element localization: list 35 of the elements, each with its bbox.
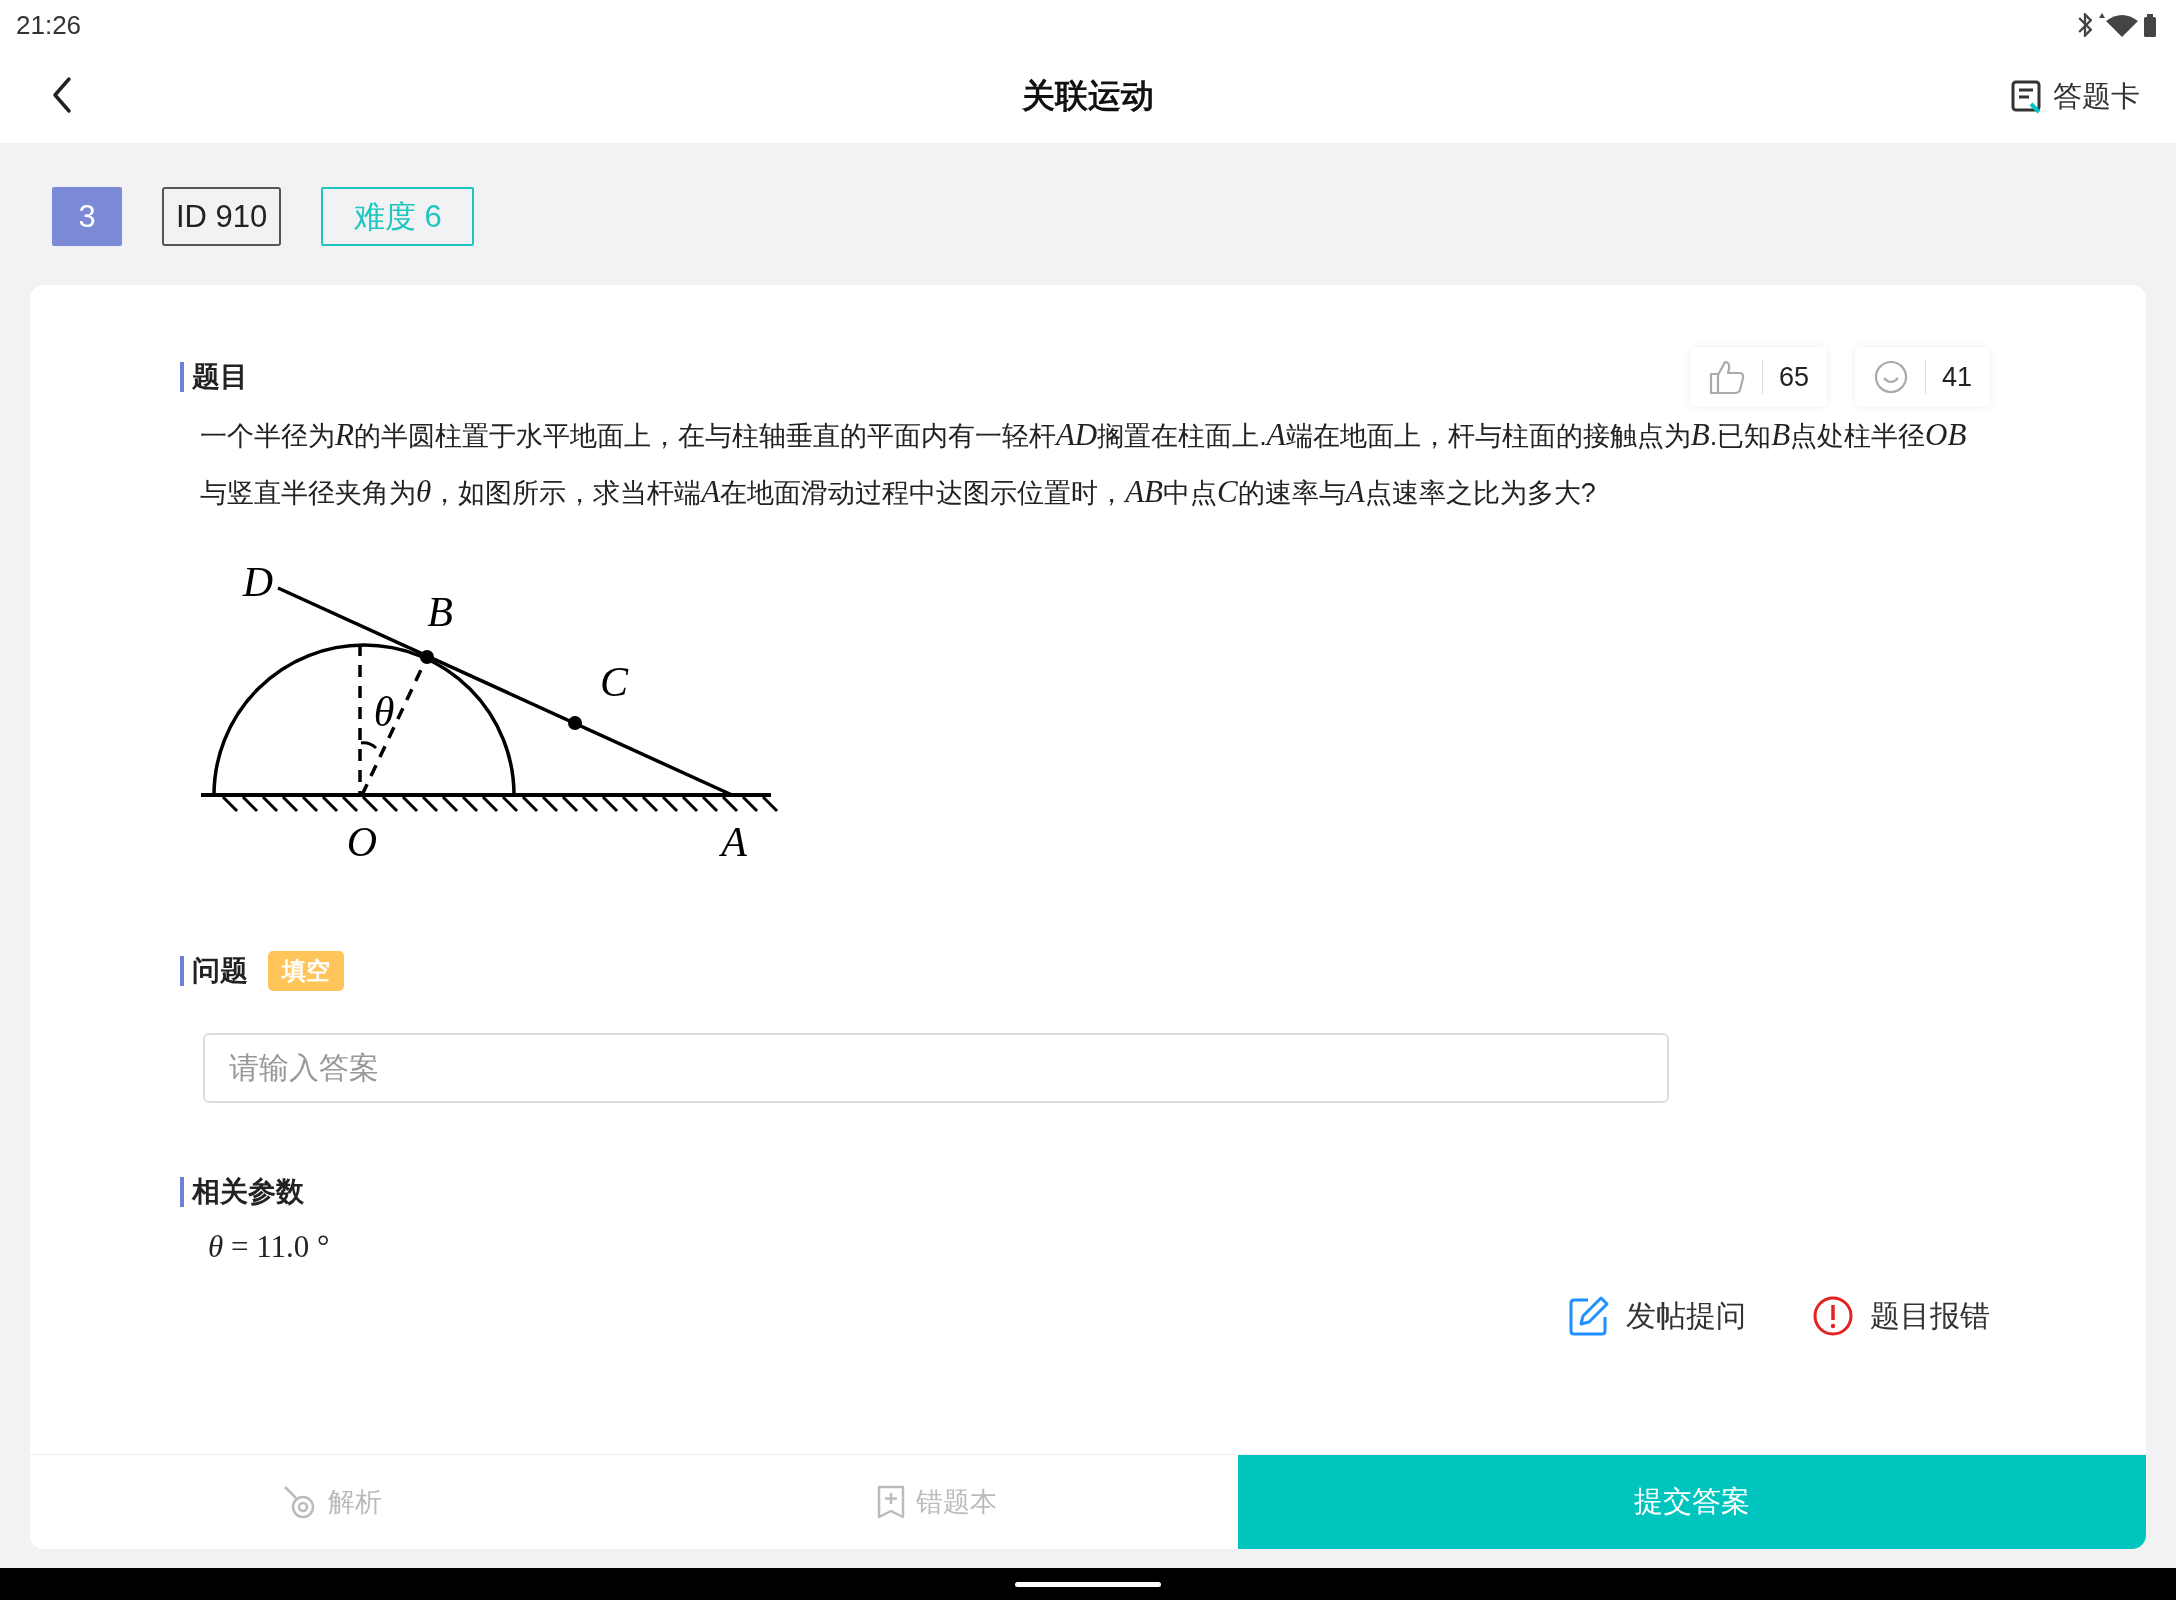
alert-icon[interactable] xyxy=(1812,1295,1854,1337)
action-link[interactable]: 题目报错 xyxy=(1870,1295,1990,1337)
question-text: 一个半径为R的半圆柱置于水平地面上，在与柱轴垂直的平面内有一轻杆AD搁置在柱面上.A端在地面上，杆与柱面的接触点为B.已知B点处柱半径OB 与竖直半径夹角为θ，如图所示，求当杆端A在地面滑动过程中达图示位置时，AB中点C的速率与A点速率之比为多大? xyxy=(200,416,1968,511)
bookmark-icon xyxy=(875,1484,906,1520)
id-tag: ID 910 xyxy=(162,187,282,246)
like-count: 65 xyxy=(1778,361,1809,393)
reaction-count: 41 xyxy=(1941,361,1972,393)
diagram-label: D xyxy=(242,561,274,605)
diagram-label: C xyxy=(600,659,628,705)
difficulty-tag: 难度 6 xyxy=(321,187,475,246)
answer-sheet-link[interactable]: 答题卡 xyxy=(2053,76,2140,117)
question-type-badge: 填空 xyxy=(268,951,344,991)
answer-input[interactable]: 请输入答案 xyxy=(203,1033,1669,1103)
battery-icon xyxy=(2144,13,2156,37)
action-link[interactable]: 发帖提问 xyxy=(1626,1295,1746,1337)
bluetooth-icon xyxy=(2078,13,2092,37)
status-time: 21:26 xyxy=(16,9,82,41)
home-indicator[interactable] xyxy=(1015,1581,1161,1587)
edit-icon[interactable] xyxy=(1568,1295,1610,1337)
section-heading: 相关参数 xyxy=(180,1177,304,1207)
reaction-counter[interactable]: 41 xyxy=(1854,347,1990,407)
parameter-value: θ = 11.0 ° xyxy=(208,1229,331,1265)
diagram-label: θ xyxy=(373,689,395,735)
section-heading: 题目 xyxy=(180,362,248,392)
thumbs-up-icon xyxy=(1707,358,1746,396)
question-number-badge: 3 xyxy=(52,187,122,246)
page-title: 关联运动 xyxy=(1022,76,1154,116)
diagram-label: B xyxy=(427,589,453,635)
diagram-label: A xyxy=(721,819,747,865)
like-counter[interactable]: 65 xyxy=(1689,347,1827,407)
wifi-icon xyxy=(2098,12,2138,38)
section-heading: 问题 xyxy=(180,956,248,986)
answer-sheet-icon[interactable] xyxy=(2011,79,2043,114)
smiley-icon xyxy=(1872,359,1909,395)
diagram-label: O xyxy=(346,819,378,865)
